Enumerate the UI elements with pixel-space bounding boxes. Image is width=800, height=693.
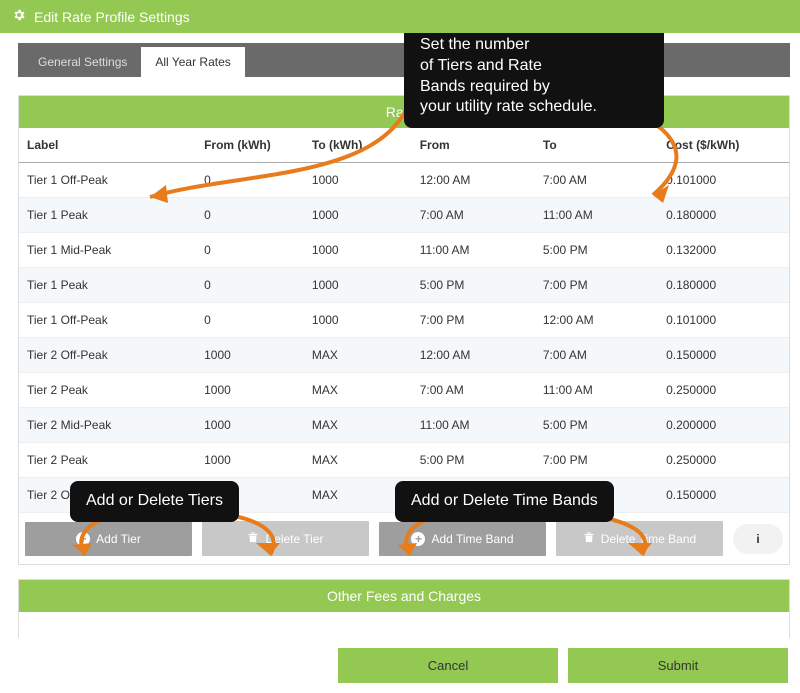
other-fees-title: Other Fees and Charges [19,580,789,612]
cell-from_kwh: 0 [196,163,304,198]
add-tier-label: Add Tier [96,532,141,546]
cell-label: Tier 1 Peak [19,198,196,233]
cell-cost: 0.250000 [658,373,789,408]
tab-general-settings[interactable]: General Settings [24,47,141,77]
cell-cost: 0.132000 [658,233,789,268]
cell-label: Tier 2 Peak [19,373,196,408]
cell-label: Tier 2 Peak [19,443,196,478]
table-row[interactable]: Tier 1 Off-Peak0100012:00 AM7:00 AM0.101… [19,163,789,198]
cell-cost: 0.101000 [658,163,789,198]
cell-from_t: 5:00 PM [412,443,535,478]
add-time-band-label: Add Time Band [431,532,513,546]
dialog-body: General Settings All Year Rates Rates La… [0,33,800,638]
col-to-time: To [535,128,658,163]
delete-time-band-button[interactable]: Delete Time Band [556,521,723,556]
col-cost: Cost ($/kWh) [658,128,789,163]
cell-from_t: 5:00 PM [412,268,535,303]
cell-cost: 0.150000 [658,338,789,373]
delete-time-band-label: Delete Time Band [601,532,696,546]
cell-label: Tier 2 Off-Peak [19,338,196,373]
cell-cost: 0.250000 [658,443,789,478]
cell-to_kwh: MAX [304,443,412,478]
cell-to_kwh: 1000 [304,163,412,198]
cell-from_kwh: 0 [196,198,304,233]
cell-label: Tier 1 Off-Peak [19,163,196,198]
cell-to_t: 5:00 PM [535,233,658,268]
delete-tier-button[interactable]: Delete Tier [202,521,369,556]
cell-to_t: 11:00 AM [535,373,658,408]
tab-all-year-rates[interactable]: All Year Rates [141,47,244,77]
dialog-footer: Cancel Submit [0,638,800,693]
cell-cost: 0.150000 [658,478,789,513]
cell-to_t: 11:00 AM [535,198,658,233]
col-to-kwh: To (kWh) [304,128,412,163]
cell-from_kwh: 1000 [196,373,304,408]
cell-to_kwh: MAX [304,338,412,373]
col-label: Label [19,128,196,163]
cell-from_t: 12:00 AM [412,338,535,373]
cell-from_t: 7:00 PM [412,303,535,338]
cell-label: Tier 1 Peak [19,268,196,303]
cell-to_t: 7:00 AM [535,163,658,198]
cell-label: Tier 1 Mid-Peak [19,233,196,268]
table-row[interactable]: Tier 1 Mid-Peak0100011:00 AM5:00 PM0.132… [19,233,789,268]
cell-to_t: 12:00 AM [535,303,658,338]
cell-to_kwh: 1000 [304,268,412,303]
table-row[interactable]: Tier 2 Peak1000MAX5:00 PM7:00 PM0.250000 [19,443,789,478]
cell-from_kwh: 1000 [196,338,304,373]
plus-icon: + [411,532,425,546]
add-time-band-button[interactable]: + Add Time Band [379,522,546,556]
plus-icon: + [76,532,90,546]
table-row[interactable]: Tier 1 Peak010007:00 AM11:00 AM0.180000 [19,198,789,233]
cell-to_t: 7:00 PM [535,268,658,303]
cell-label: Tier 1 Off-Peak [19,303,196,338]
cell-from_t: 7:00 AM [412,373,535,408]
cell-label: Tier 2 Mid-Peak [19,408,196,443]
info-icon: i [756,532,759,546]
cell-to_kwh: MAX [304,373,412,408]
table-row[interactable]: Tier 2 Off-Peak1000MAX12:00 AM7:00 AM0.1… [19,338,789,373]
cell-from_t: 12:00 AM [412,163,535,198]
other-fees-panel: Other Fees and Charges [18,579,790,638]
cell-to_kwh: 1000 [304,303,412,338]
cell-from_kwh: 1000 [196,443,304,478]
cell-to_kwh: 1000 [304,198,412,233]
dialog-title: Edit Rate Profile Settings [34,9,190,25]
cell-cost: 0.101000 [658,303,789,338]
col-from-time: From [412,128,535,163]
cancel-button[interactable]: Cancel [338,648,558,683]
delete-tier-label: Delete Tier [265,532,323,546]
cell-from_kwh: 0 [196,268,304,303]
cell-cost: 0.180000 [658,198,789,233]
callout-bands: Add or Delete Time Bands [395,481,614,522]
table-row[interactable]: Tier 1 Off-Peak010007:00 PM12:00 AM0.101… [19,303,789,338]
cell-to_t: 7:00 AM [535,338,658,373]
trash-icon [247,531,259,546]
gear-icon [12,8,26,25]
info-button[interactable]: i [733,524,783,554]
trash-icon [583,531,595,546]
callout-tiers: Add or Delete Tiers [70,481,239,522]
cell-from_t: 11:00 AM [412,233,535,268]
cell-from_kwh: 0 [196,303,304,338]
cell-cost: 0.180000 [658,268,789,303]
cell-to_t: 5:00 PM [535,408,658,443]
cell-from_kwh: 0 [196,233,304,268]
table-row[interactable]: Tier 2 Peak1000MAX7:00 AM11:00 AM0.25000… [19,373,789,408]
rates-table: Label From (kWh) To (kWh) From To Cost (… [19,128,789,513]
cell-to_t: 7:00 PM [535,443,658,478]
col-from-kwh: From (kWh) [196,128,304,163]
cell-to_kwh: 1000 [304,233,412,268]
cell-to_kwh: MAX [304,408,412,443]
table-row[interactable]: Tier 1 Peak010005:00 PM7:00 PM0.180000 [19,268,789,303]
add-tier-button[interactable]: + Add Tier [25,522,192,556]
dialog-header: Edit Rate Profile Settings [0,0,800,33]
cell-from_t: 7:00 AM [412,198,535,233]
callout-top: Set the number of Tiers and Rate Bands r… [404,33,664,128]
cell-from_t: 11:00 AM [412,408,535,443]
table-row[interactable]: Tier 2 Mid-Peak1000MAX11:00 AM5:00 PM0.2… [19,408,789,443]
cell-cost: 0.200000 [658,408,789,443]
cell-from_kwh: 1000 [196,408,304,443]
submit-button[interactable]: Submit [568,648,788,683]
